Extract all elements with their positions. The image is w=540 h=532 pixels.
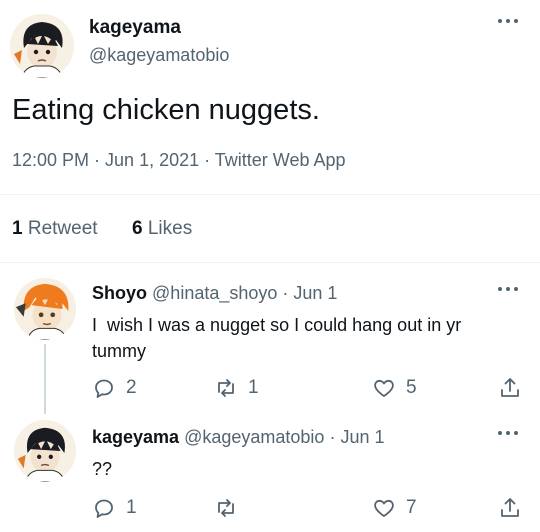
reply-handle-date[interactable]: @kageyamatobio · Jun 1 [184,427,384,447]
reply-count: 1 [126,497,137,518]
like-count: 5 [406,377,417,398]
avatar-kageyama-image [10,14,74,78]
divider [0,194,540,195]
reply-handle-date[interactable]: @hinata_shoyo · Jun 1 [152,283,337,303]
retweet-button[interactable] [214,496,248,520]
retweet-count: 1 [12,218,23,239]
avatar[interactable] [10,14,74,78]
reply-icon [95,499,113,518]
retweet-icon [218,379,234,397]
like-button[interactable]: 7 [372,496,417,520]
share-icon [501,498,519,517]
likes-stat[interactable]: 6 Likes [132,218,192,240]
reply-text-line: tummy [92,341,146,361]
share-icon [501,378,519,397]
retweet-icon [218,499,234,517]
like-icon [374,499,394,517]
like-icon [374,379,394,397]
retweet-stat[interactable]: 1 Retweet [12,218,98,240]
retweet-label: Retweet [27,218,98,239]
reply-button[interactable]: 2 [92,376,137,400]
like-label: Likes [147,218,193,239]
reply-text-line: I wish I was a nugget so I could hang ou… [92,315,462,335]
display-name[interactable]: kageyama [89,17,181,39]
more-icon[interactable] [498,284,522,294]
tweet-meta: 12:00 PM · Jun 1, 2021 · Twitter Web App [12,150,346,170]
reply-header: Shoyo @hinata_shoyo · Jun 1 [92,283,337,304]
thread-line [44,344,46,414]
avatar-shoyo-image [14,278,76,340]
share-button[interactable] [498,496,522,520]
handle[interactable]: @kageyamatobio [89,45,229,66]
reply-header: kageyama @kageyamatobio · Jun 1 [92,427,384,448]
tweet-text: Eating chicken nuggets. [12,94,320,126]
reply-display-name[interactable]: Shoyo [92,283,147,303]
reply-button[interactable]: 1 [92,496,137,520]
like-count: 7 [406,497,417,518]
reply-count: 2 [126,377,137,398]
more-icon[interactable] [498,16,522,26]
share-button[interactable] [498,376,522,400]
reply-icon [95,379,113,398]
retweet-button[interactable]: 1 [214,376,259,400]
retweet-count: 1 [248,377,259,398]
reply-text-line: ?? [92,459,113,479]
like-count: 6 [132,218,143,239]
divider [0,262,540,263]
reply-display-name[interactable]: kageyama [92,427,179,447]
avatar[interactable] [14,278,76,340]
more-icon[interactable] [498,428,522,438]
avatar[interactable] [14,420,76,482]
avatar-kageyama-image [14,420,76,482]
like-button[interactable]: 5 [372,376,417,400]
